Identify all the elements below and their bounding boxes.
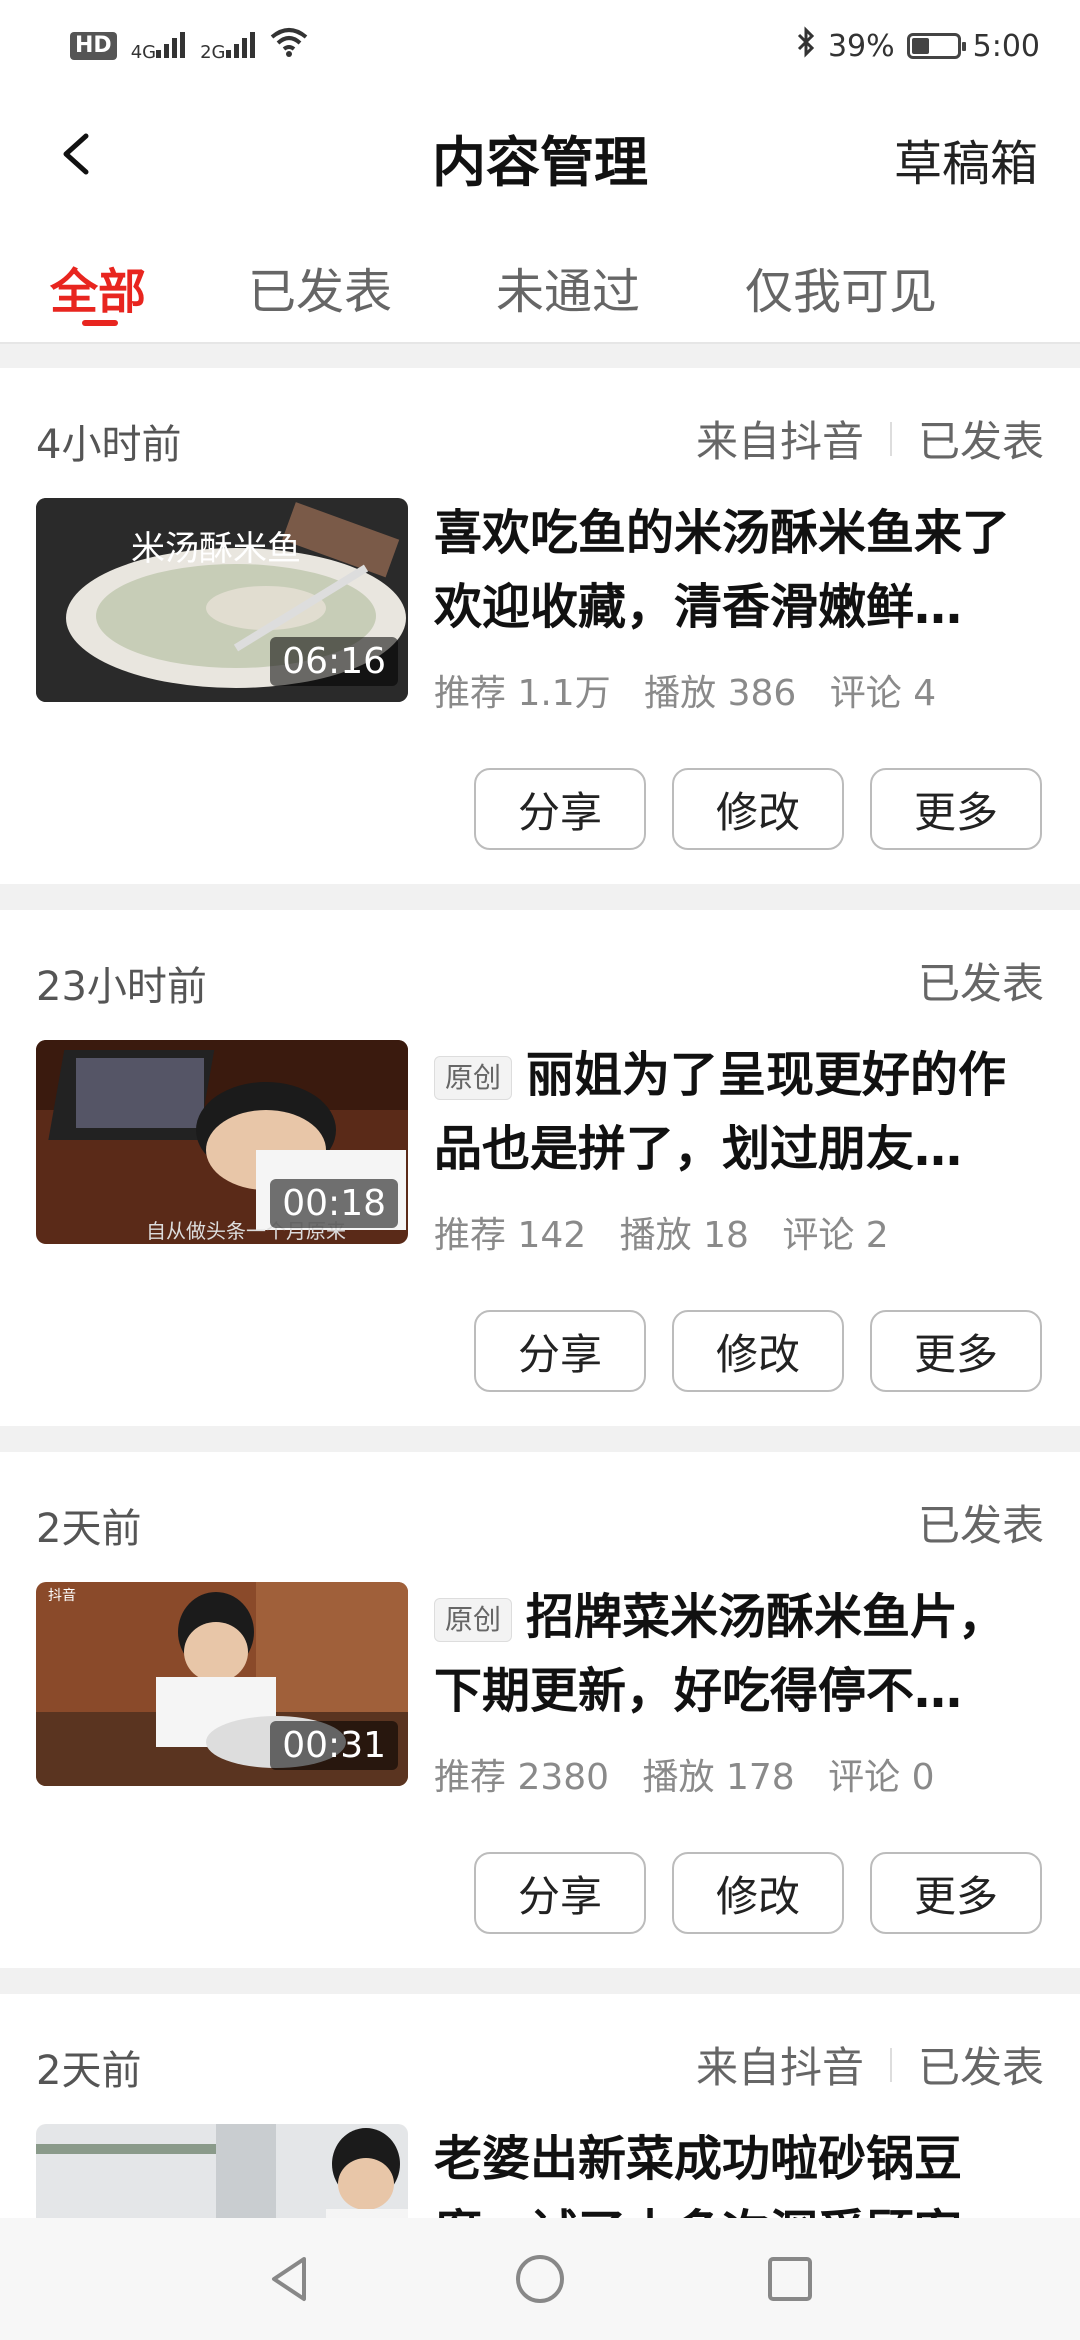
hd-icon: HD <box>70 32 117 60</box>
more-button[interactable]: 更多 <box>870 1852 1042 1934</box>
original-badge: 原创 <box>434 1598 513 1642</box>
meta-divider <box>889 421 892 456</box>
item-title-text: 丽姐为了呈现更好的作品也是拼了，划过朋友… <box>434 1047 1007 1177</box>
publish-time: 2天前 <box>36 2048 142 2094</box>
tab-rejected[interactable]: 未通过 <box>496 252 640 322</box>
comment-count: 评论 0 <box>828 1757 935 1798</box>
status-badge: 已发表 <box>917 2043 1044 2092</box>
comment-count: 评论 4 <box>829 673 937 714</box>
app-header: 内容管理 草稿箱 <box>0 92 1080 222</box>
item-meta: 来自抖音 已发表 <box>696 2034 1044 2095</box>
item-title[interactable]: 原创 丽姐为了呈现更好的作品也是拼了，划过朋友… <box>434 1038 1046 1186</box>
signal-2g-icon: 2G <box>200 30 255 63</box>
edit-button[interactable]: 修改 <box>672 1310 844 1392</box>
play-count: 播放 178 <box>642 1757 795 1798</box>
edit-button[interactable]: 修改 <box>672 768 844 850</box>
back-button[interactable] <box>48 124 108 184</box>
publish-time: 4小时前 <box>36 422 182 468</box>
publish-time: 2天前 <box>36 1506 142 1552</box>
tab-active-indicator <box>82 320 118 326</box>
original-badge: 原创 <box>434 1056 513 1100</box>
status-badge: 已发表 <box>917 1501 1044 1550</box>
item-meta: 已发表 <box>918 1492 1044 1553</box>
status-badge: 已发表 <box>917 959 1044 1008</box>
item-meta: 已发表 <box>918 950 1044 1011</box>
more-button[interactable]: 更多 <box>870 768 1042 850</box>
list-item[interactable]: 2天前 已发表 抖音 00:31 原创 招牌菜米汤酥米鱼片，下期更新，好吃得停不…… <box>0 1452 1080 1968</box>
more-button[interactable]: 更多 <box>870 1310 1042 1392</box>
drafts-button[interactable]: 草稿箱 <box>894 124 1038 194</box>
status-right: 39% 5:00 <box>796 26 1040 66</box>
share-button[interactable]: 分享 <box>474 1310 646 1392</box>
tab-published[interactable]: 已发表 <box>248 252 392 322</box>
publish-time: 23小时前 <box>36 964 207 1010</box>
meta-divider <box>889 2047 892 2082</box>
video-thumbnail[interactable]: 抖音 00:31 <box>36 1582 408 1786</box>
item-title-text: 招牌菜米汤酥米鱼片，下期更新，好吃得停不… <box>434 1589 1007 1719</box>
item-stats: 推荐 1.1万 播放 386 评论 4 <box>434 664 958 716</box>
video-duration: 00:31 <box>270 1721 398 1770</box>
battery-fill <box>911 38 929 54</box>
video-thumbnail[interactable]: 自从做头条一个月原来 00:18 <box>36 1040 408 1244</box>
system-nav-bar <box>0 2218 1080 2340</box>
item-stats: 推荐 142 播放 18 评论 2 <box>434 1206 911 1258</box>
nav-home-icon[interactable] <box>510 2249 570 2309</box>
battery-percent: 39% <box>827 28 895 64</box>
edit-button[interactable]: 修改 <box>672 1852 844 1934</box>
list-item[interactable]: 4小时前 来自抖音 已发表 米汤酥米鱼 06:16 喜欢吃鱼的米汤酥米鱼来了欢迎… <box>0 368 1080 884</box>
signal-4g-label: 4G <box>130 41 157 63</box>
source-label: 来自抖音 <box>695 2043 864 2092</box>
nav-back-icon[interactable] <box>260 2249 320 2309</box>
share-button[interactable]: 分享 <box>474 768 646 850</box>
thumbnail-caption: 抖音 <box>48 1587 76 1604</box>
item-title[interactable]: 喜欢吃鱼的米汤酥米鱼来了欢迎收藏，清香滑嫩鲜… <box>434 496 1046 644</box>
status-badge: 已发表 <box>917 417 1044 466</box>
comment-count: 评论 2 <box>782 1215 889 1256</box>
share-button[interactable]: 分享 <box>474 1852 646 1934</box>
page-title: 内容管理 <box>432 130 648 194</box>
thumbnail-caption: 米汤酥米鱼 <box>131 529 301 569</box>
clock: 5:00 <box>972 28 1040 64</box>
play-count: 播放 18 <box>619 1215 749 1256</box>
nav-recents-icon[interactable] <box>760 2249 820 2309</box>
signal-4g-icon: 4G <box>131 30 186 63</box>
battery-icon <box>906 33 966 59</box>
status-left: HD 4G 2G <box>70 27 308 65</box>
signal-2g-label: 2G <box>200 41 226 63</box>
video-duration: 06:16 <box>270 637 398 686</box>
recommend-count: 推荐 2380 <box>434 1757 610 1798</box>
recommend-count: 推荐 142 <box>434 1215 587 1256</box>
status-bar: HD 4G 2G 39% 5:00 <box>0 0 1080 92</box>
source-label: 来自抖音 <box>695 417 864 466</box>
chevron-left-icon <box>63 133 89 175</box>
recommend-count: 推荐 1.1万 <box>434 673 611 714</box>
item-stats: 推荐 2380 播放 178 评论 0 <box>434 1748 957 1800</box>
tab-all[interactable]: 全部 <box>50 252 146 322</box>
item-meta: 来自抖音 已发表 <box>696 408 1044 469</box>
play-count: 播放 386 <box>644 673 797 714</box>
item-title[interactable]: 原创 招牌菜米汤酥米鱼片，下期更新，好吃得停不… <box>434 1580 1046 1728</box>
tab-bar: 全部 已发表 未通过 仅我可见 <box>0 222 1080 344</box>
list-item[interactable]: 23小时前 已发表 自从做头条一个月原来 00:18 原创 丽姐为了呈现更好的作品… <box>0 910 1080 1426</box>
wifi-icon <box>270 27 308 65</box>
video-thumbnail[interactable]: 米汤酥米鱼 06:16 <box>36 498 408 702</box>
video-duration: 00:18 <box>270 1179 398 1228</box>
bluetooth-icon <box>796 26 816 66</box>
tab-private[interactable]: 仅我可见 <box>745 252 937 322</box>
